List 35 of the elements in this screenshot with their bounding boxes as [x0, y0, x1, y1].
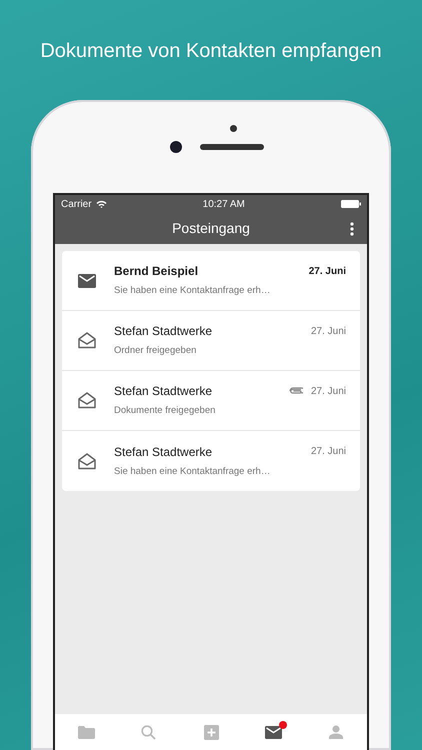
sender-name: Stefan Stadtwerke — [114, 444, 212, 461]
message-preview: Ordner freigegeben — [114, 344, 198, 358]
closed-envelope-icon — [78, 274, 96, 288]
paperclip-icon — [288, 387, 303, 396]
message-preview: Sie haben eine Kontaktanfrage erh… — [114, 284, 272, 298]
open-envelope-icon — [78, 392, 96, 409]
speaker-icon — [200, 144, 264, 150]
status-time: 10:27 AM — [202, 198, 245, 212]
message-row[interactable]: Stefan Stadtwerke 27. Juni Sie haben eine Kontaktanfrage erh… — [62, 431, 360, 491]
wifi-icon — [96, 200, 107, 208]
sender-name: Bernd Beispiel — [114, 263, 198, 280]
message-date: 27. Juni — [310, 324, 346, 339]
envelope-icon — [264, 726, 282, 738]
headline: Dokumente von Kontakten empfangen — [39, 39, 383, 64]
message-date: 27. Juni — [310, 445, 346, 460]
sender-name: Stefan Stadtwerke — [114, 383, 212, 400]
open-envelope-icon — [78, 332, 96, 349]
search-icon — [141, 724, 156, 740]
carrier-label: Carrier — [61, 198, 92, 212]
plus-icon — [204, 724, 219, 740]
person-icon — [328, 725, 343, 739]
message-date: 27. Juni — [310, 384, 346, 399]
camera-icon — [170, 141, 182, 153]
message-preview: Sie haben eine Kontaktanfrage erh… — [114, 464, 272, 479]
sender-name: Stefan Stadtwerke — [114, 323, 212, 340]
message-date: 27. Juni — [308, 264, 346, 279]
screen-title: Posteingang — [172, 219, 250, 238]
open-envelope-icon — [78, 452, 96, 470]
message-row[interactable]: Stefan Stadtwerke 27. Juni Dokumente freigegeben — [62, 371, 360, 431]
battery-icon — [340, 200, 361, 208]
message-row[interactable]: Stefan Stadtwerke 27. Juni Ordner freigegeben — [62, 311, 360, 371]
message-row[interactable]: Bernd Beispiel 27. Juni Sie haben eine Kontaktanfrage erh… — [62, 251, 360, 311]
sensor-icon — [230, 125, 237, 132]
folder-icon — [78, 726, 95, 738]
message-preview: Dokumente freigegeben — [114, 404, 216, 418]
